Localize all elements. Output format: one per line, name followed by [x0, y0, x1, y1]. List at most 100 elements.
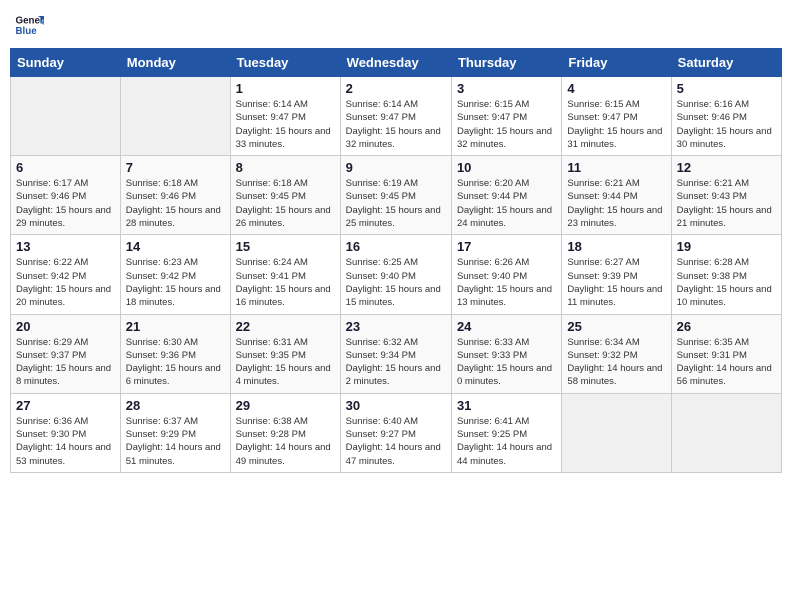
day-info: Sunrise: 6:23 AMSunset: 9:42 PMDaylight:… — [126, 256, 225, 309]
col-header-thursday: Thursday — [451, 49, 561, 77]
day-info: Sunrise: 6:18 AMSunset: 9:46 PMDaylight:… — [126, 177, 225, 230]
day-number: 2 — [346, 81, 446, 96]
day-number: 4 — [567, 81, 665, 96]
calendar-cell: 5 Sunrise: 6:16 AMSunset: 9:46 PMDaylight… — [671, 77, 781, 156]
calendar-cell: 16 Sunrise: 6:25 AMSunset: 9:40 PMDayligh… — [340, 235, 451, 314]
calendar-cell: 26 Sunrise: 6:35 AMSunset: 9:31 PMDayligh… — [671, 314, 781, 393]
day-number: 27 — [16, 398, 115, 413]
calendar-cell: 24 Sunrise: 6:33 AMSunset: 9:33 PMDayligh… — [451, 314, 561, 393]
day-info: Sunrise: 6:29 AMSunset: 9:37 PMDaylight:… — [16, 336, 115, 389]
day-number: 28 — [126, 398, 225, 413]
day-number: 17 — [457, 239, 556, 254]
calendar-week-row: 1 Sunrise: 6:14 AMSunset: 9:47 PMDaylight… — [11, 77, 782, 156]
calendar-cell — [671, 393, 781, 472]
day-number: 31 — [457, 398, 556, 413]
calendar-cell: 8Sunrise: 6:18 AMSunset: 9:45 PMDaylight… — [230, 156, 340, 235]
calendar-cell — [120, 77, 230, 156]
calendar-week-row: 27 Sunrise: 6:36 AMSunset: 9:30 PMDayligh… — [11, 393, 782, 472]
day-number: 22 — [236, 319, 335, 334]
day-number: 23 — [346, 319, 446, 334]
calendar-cell: 20 Sunrise: 6:29 AMSunset: 9:37 PMDayligh… — [11, 314, 121, 393]
calendar-cell — [562, 393, 671, 472]
page-header: General Blue — [10, 10, 782, 40]
day-info: Sunrise: 6:36 AMSunset: 9:30 PMDaylight:… — [16, 415, 115, 468]
day-info: Sunrise: 6:34 AMSunset: 9:32 PMDaylight:… — [567, 336, 665, 389]
day-number: 11 — [567, 160, 665, 175]
calendar-cell: 2 Sunrise: 6:14 AMSunset: 9:47 PMDaylight… — [340, 77, 451, 156]
calendar-cell: 9 Sunrise: 6:19 AMSunset: 9:45 PMDaylight… — [340, 156, 451, 235]
day-number: 12 — [677, 160, 776, 175]
day-info: Sunrise: 6:22 AMSunset: 9:42 PMDaylight:… — [16, 256, 115, 309]
col-header-saturday: Saturday — [671, 49, 781, 77]
calendar-cell — [11, 77, 121, 156]
calendar-cell: 14 Sunrise: 6:23 AMSunset: 9:42 PMDayligh… — [120, 235, 230, 314]
day-number: 5 — [677, 81, 776, 96]
day-info: Sunrise: 6:32 AMSunset: 9:34 PMDaylight:… — [346, 336, 446, 389]
calendar-week-row: 13 Sunrise: 6:22 AMSunset: 9:42 PMDayligh… — [11, 235, 782, 314]
logo-icon: General Blue — [14, 10, 44, 40]
calendar-cell: 28Sunrise: 6:37 AMSunset: 9:29 PMDayligh… — [120, 393, 230, 472]
calendar-week-row: 6 Sunrise: 6:17 AMSunset: 9:46 PMDaylight… — [11, 156, 782, 235]
day-info: Sunrise: 6:41 AMSunset: 9:25 PMDaylight:… — [457, 415, 556, 468]
calendar-cell: 12Sunrise: 6:21 AMSunset: 9:43 PMDayligh… — [671, 156, 781, 235]
day-info: Sunrise: 6:14 AMSunset: 9:47 PMDaylight:… — [236, 98, 335, 151]
day-info: Sunrise: 6:17 AMSunset: 9:46 PMDaylight:… — [16, 177, 115, 230]
calendar-cell: 30 Sunrise: 6:40 AMSunset: 9:27 PMDayligh… — [340, 393, 451, 472]
day-number: 13 — [16, 239, 115, 254]
calendar-table: SundayMondayTuesdayWednesdayThursdayFrid… — [10, 48, 782, 473]
day-number: 7 — [126, 160, 225, 175]
day-number: 16 — [346, 239, 446, 254]
day-number: 20 — [16, 319, 115, 334]
col-header-monday: Monday — [120, 49, 230, 77]
calendar-cell: 1 Sunrise: 6:14 AMSunset: 9:47 PMDaylight… — [230, 77, 340, 156]
day-info: Sunrise: 6:40 AMSunset: 9:27 PMDaylight:… — [346, 415, 446, 468]
day-number: 9 — [346, 160, 446, 175]
day-number: 26 — [677, 319, 776, 334]
day-info: Sunrise: 6:15 AMSunset: 9:47 PMDaylight:… — [457, 98, 556, 151]
calendar-cell: 3 Sunrise: 6:15 AMSunset: 9:47 PMDaylight… — [451, 77, 561, 156]
calendar-cell: 25 Sunrise: 6:34 AMSunset: 9:32 PMDayligh… — [562, 314, 671, 393]
col-header-friday: Friday — [562, 49, 671, 77]
day-info: Sunrise: 6:16 AMSunset: 9:46 PMDaylight:… — [677, 98, 776, 151]
day-info: Sunrise: 6:26 AMSunset: 9:40 PMDaylight:… — [457, 256, 556, 309]
calendar-cell: 13 Sunrise: 6:22 AMSunset: 9:42 PMDayligh… — [11, 235, 121, 314]
day-number: 3 — [457, 81, 556, 96]
day-info: Sunrise: 6:31 AMSunset: 9:35 PMDaylight:… — [236, 336, 335, 389]
day-number: 6 — [16, 160, 115, 175]
calendar-cell: 11 Sunrise: 6:21 AMSunset: 9:44 PMDayligh… — [562, 156, 671, 235]
day-info: Sunrise: 6:30 AMSunset: 9:36 PMDaylight:… — [126, 336, 225, 389]
calendar-cell: 15 Sunrise: 6:24 AMSunset: 9:41 PMDayligh… — [230, 235, 340, 314]
day-number: 24 — [457, 319, 556, 334]
day-info: Sunrise: 6:15 AMSunset: 9:47 PMDaylight:… — [567, 98, 665, 151]
day-info: Sunrise: 6:21 AMSunset: 9:44 PMDaylight:… — [567, 177, 665, 230]
calendar-cell: 4 Sunrise: 6:15 AMSunset: 9:47 PMDaylight… — [562, 77, 671, 156]
calendar-cell: 22 Sunrise: 6:31 AMSunset: 9:35 PMDayligh… — [230, 314, 340, 393]
day-info: Sunrise: 6:19 AMSunset: 9:45 PMDaylight:… — [346, 177, 446, 230]
day-number: 1 — [236, 81, 335, 96]
calendar-cell: 29Sunrise: 6:38 AMSunset: 9:28 PMDayligh… — [230, 393, 340, 472]
day-number: 21 — [126, 319, 225, 334]
logo: General Blue — [14, 10, 48, 40]
svg-text:Blue: Blue — [16, 26, 38, 37]
day-info: Sunrise: 6:33 AMSunset: 9:33 PMDaylight:… — [457, 336, 556, 389]
day-number: 8 — [236, 160, 335, 175]
day-info: Sunrise: 6:35 AMSunset: 9:31 PMDaylight:… — [677, 336, 776, 389]
day-number: 30 — [346, 398, 446, 413]
calendar-cell: 17 Sunrise: 6:26 AMSunset: 9:40 PMDayligh… — [451, 235, 561, 314]
day-number: 29 — [236, 398, 335, 413]
day-number: 25 — [567, 319, 665, 334]
day-number: 10 — [457, 160, 556, 175]
day-info: Sunrise: 6:14 AMSunset: 9:47 PMDaylight:… — [346, 98, 446, 151]
calendar-week-row: 20 Sunrise: 6:29 AMSunset: 9:37 PMDayligh… — [11, 314, 782, 393]
day-number: 15 — [236, 239, 335, 254]
day-info: Sunrise: 6:20 AMSunset: 9:44 PMDaylight:… — [457, 177, 556, 230]
calendar-cell: 7 Sunrise: 6:18 AMSunset: 9:46 PMDaylight… — [120, 156, 230, 235]
day-number: 14 — [126, 239, 225, 254]
day-info: Sunrise: 6:27 AMSunset: 9:39 PMDaylight:… — [567, 256, 665, 309]
day-info: Sunrise: 6:28 AMSunset: 9:38 PMDaylight:… — [677, 256, 776, 309]
calendar-cell: 23 Sunrise: 6:32 AMSunset: 9:34 PMDayligh… — [340, 314, 451, 393]
day-info: Sunrise: 6:24 AMSunset: 9:41 PMDaylight:… — [236, 256, 335, 309]
calendar-cell: 10 Sunrise: 6:20 AMSunset: 9:44 PMDayligh… — [451, 156, 561, 235]
day-info: Sunrise: 6:25 AMSunset: 9:40 PMDaylight:… — [346, 256, 446, 309]
calendar-header-row: SundayMondayTuesdayWednesdayThursdayFrid… — [11, 49, 782, 77]
